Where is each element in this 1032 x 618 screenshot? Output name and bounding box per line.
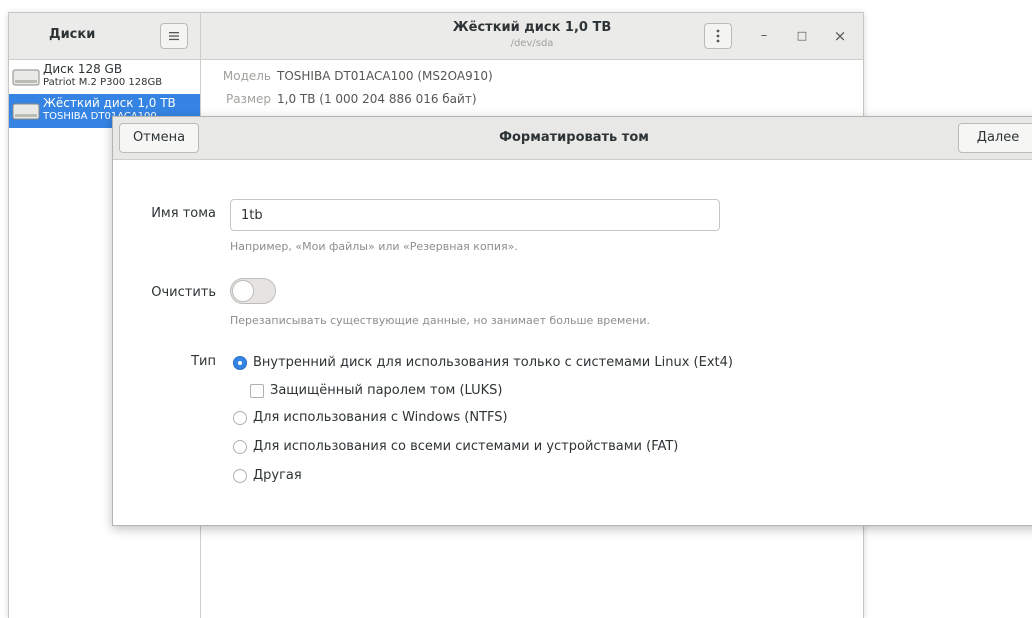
dialog-header: Отмена Форматировать том Далее [113,117,1032,160]
hard-drive-icon [12,69,40,86]
maximize-icon: □ [796,29,808,42]
minimize-button[interactable]: – [755,27,773,45]
erase-switch[interactable] [230,278,276,304]
detail-key: Модель [222,69,271,83]
format-volume-dialog: Отмена Форматировать том Далее Имя тома … [112,116,1032,526]
app-title: Диски [49,27,96,42]
sidebar-header: Диски [9,13,201,60]
radio-selected-icon [233,356,247,370]
checkbox-icon [250,384,264,398]
dialog-title: Форматировать том [499,130,649,145]
volume-name-input[interactable] [230,199,720,231]
disk-menu-button[interactable] [704,23,732,49]
type-label: Тип [191,354,216,369]
option-label: Для использования с Windows (NTFS) [253,410,508,425]
drive-name: Диск 128 GB [43,62,123,76]
radio-icon [233,411,247,425]
radio-icon [233,440,247,454]
drive-name: Жёсткий диск 1,0 TB [43,96,176,110]
next-button[interactable]: Далее [958,123,1032,153]
option-label: Для использования со всеми системами и у… [253,439,679,454]
content-header: Жёсткий диск 1,0 TB /dev/sda – □ × [201,13,863,60]
close-button[interactable]: × [831,27,849,45]
volume-name-hint: Например, «Мои файлы» или «Резервная коп… [230,240,518,253]
hard-drive-icon [12,103,40,120]
close-icon: × [833,27,847,45]
option-label: Защищённый паролем том (LUKS) [270,383,503,398]
drive-desc: Patriot M.2 P300 128GB [43,77,163,88]
detail-value: 1,0 TB (1 000 204 886 016 байт) [277,92,477,106]
maximize-button[interactable]: □ [793,27,811,45]
erase-hint: Перезаписывать существующие данные, но з… [230,314,650,327]
switch-knob [232,280,254,302]
detail-value: TOSHIBA DT01ACA100 (MS2OA910) [277,69,493,83]
app-menu-button[interactable] [160,23,188,49]
option-label: Внутренний диск для использования только… [253,355,733,370]
volume-name-label: Имя тома [151,206,216,221]
detail-key: Размер [225,92,271,106]
radio-icon [233,469,247,483]
minimize-icon: – [760,28,768,43]
kebab-icon [716,29,720,43]
erase-label: Очистить [151,285,216,300]
hamburger-icon [169,32,179,41]
detail-row-model: Модель TOSHIBA DT01ACA100 (MS2OA910) [167,69,493,83]
detail-row-size: Размер 1,0 TB (1 000 204 886 016 байт) [167,92,477,106]
option-label: Другая [253,468,302,483]
